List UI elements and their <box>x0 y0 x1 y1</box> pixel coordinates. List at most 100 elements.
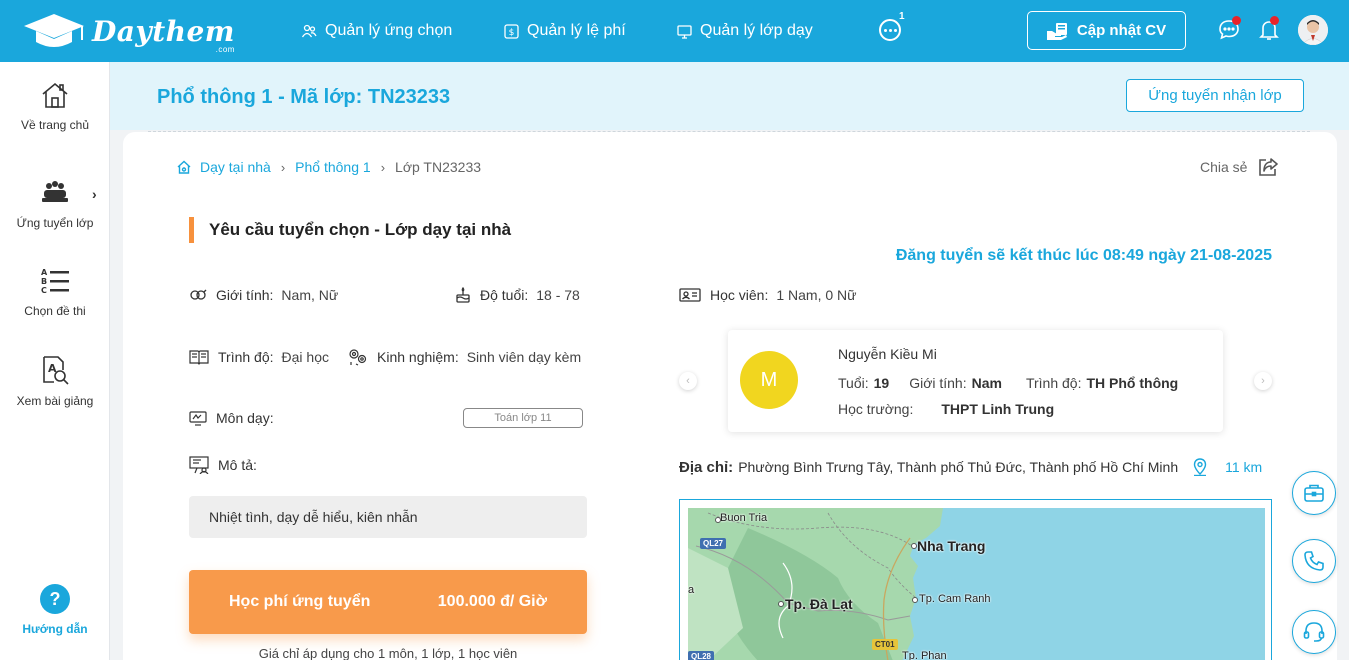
level-value: Đại học <box>281 349 329 365</box>
students-label: Học viên: <box>710 287 769 303</box>
svg-text:A: A <box>41 268 48 277</box>
breadcrumb-item-home[interactable]: Dạy tại nhà <box>200 159 271 175</box>
nav-quan-ly-lop-day[interactable]: Quản lý lớp dạy <box>677 20 813 42</box>
graduation-cap-icon <box>24 14 84 47</box>
student-level: TH Phổ thông <box>1086 375 1179 391</box>
apply-fee-button[interactable]: Học phí ứng tuyển 100.000 đ/ Giờ <box>189 570 587 634</box>
logo[interactable]: Daythem .com <box>22 10 235 54</box>
breadcrumb-item-category[interactable]: Phổ thông 1 <box>295 159 371 175</box>
student-school-row: Học trường: THPT Linh Trung <box>838 401 1054 417</box>
avatar-person-icon <box>1298 15 1328 45</box>
description-box: Nhiệt tình, dạy dễ hiểu, kiên nhẫn <box>189 496 587 538</box>
share-label: Chia sẻ <box>1200 159 1248 175</box>
level-field: Trình độ: Đại học <box>189 347 329 367</box>
student-school-label: Học trường: <box>838 401 914 417</box>
book-icon <box>189 350 209 365</box>
location-map[interactable]: Buon Tria Nha Trang Tp. Đà Lạt Tp. Cam R… <box>688 508 1265 660</box>
breadcrumb: Dạy tại nhà › Phổ thông 1 › Lớp TN23233 <box>176 158 481 176</box>
subject-tag: Toán lớp 11 <box>463 408 583 428</box>
carousel-next-button[interactable]: › <box>1254 372 1272 390</box>
dollar-icon: $ <box>504 23 519 39</box>
address-row: Địa chỉ: Phường Bình Trưng Tây, Thành ph… <box>679 457 1262 477</box>
description-label: Mô tả: <box>218 457 257 473</box>
chevron-right-icon[interactable]: › <box>92 186 97 202</box>
deadline-text: Đăng tuyển sẽ kết thúc lúc 08:49 ngày 21… <box>895 247 1272 264</box>
nav-quan-ly-le-phi[interactable]: $ Quản lý lệ phí <box>504 20 626 42</box>
id-card-icon <box>679 288 701 302</box>
logo-text: Daythem .com <box>92 14 235 54</box>
student-avatar: M <box>740 351 798 409</box>
users-icon <box>301 24 317 38</box>
student-card: M Nguyễn Kiều Mi Tuổi: 19 Giới tính: Nam T… <box>728 330 1223 432</box>
top-navbar: Daythem .com Quản lý ứng chọn $ Quản lý l… <box>0 0 1349 62</box>
help-question-icon: ? <box>40 584 70 614</box>
board-icon <box>189 411 207 426</box>
section-title: Yêu cầu tuyển chọn - Lớp dạy tại nhà <box>189 217 511 243</box>
chevron-right-icon: › <box>380 159 386 175</box>
user-avatar[interactable] <box>1298 15 1328 45</box>
more-menu-icon[interactable] <box>879 19 901 41</box>
teacher-board-icon <box>189 456 209 474</box>
student-age-label: Tuổi: <box>838 375 869 391</box>
age-field: Độ tuổi: 18 - 78 <box>455 285 580 305</box>
chevron-right-icon: › <box>280 159 286 175</box>
svg-text:C: C <box>41 286 47 295</box>
sidebar-item-exam[interactable]: ABC Chọn đề thi <box>0 266 110 318</box>
home-icon <box>177 160 191 174</box>
students-field: Học viên: 1 Nam, 0 Nữ <box>679 285 857 305</box>
home-icon <box>42 82 68 108</box>
description-field: Mô tả: <box>189 455 265 475</box>
svg-text:$: $ <box>509 28 515 38</box>
floating-support-button[interactable] <box>1292 610 1336 654</box>
apply-class-button[interactable]: Ứng tuyển nhận lớp <box>1126 79 1304 112</box>
phone-icon <box>1304 551 1324 571</box>
distance-value: 11 km <box>1225 459 1263 475</box>
page-title-band: Phổ thông 1 - Mã lớp: TN23233 Ứng tuyển … <box>110 62 1349 130</box>
students-value: 1 Nam, 0 Nữ <box>776 287 857 303</box>
experience-field: Kinh nghiệm: Sinh viên dạy kèm <box>348 347 581 367</box>
student-gender-label: Giới tính: <box>909 375 967 391</box>
document-search-icon: A <box>43 356 69 385</box>
carousel-prev-button[interactable]: ‹ <box>679 372 697 390</box>
breadcrumb-item-current: Lớp TN23233 <box>395 159 482 175</box>
gender-icon <box>190 289 207 300</box>
nav-quan-ly-ung-chon[interactable]: Quản lý ứng chọn <box>301 20 452 42</box>
monitor-icon <box>677 24 692 39</box>
sidebar-item-home[interactable]: Về trang chủ <box>0 80 110 132</box>
student-age: 19 <box>873 375 890 391</box>
group-icon <box>42 181 68 202</box>
more-badge: 1 <box>899 11 905 22</box>
age-label: Độ tuổi: <box>480 287 529 303</box>
hand-document-icon <box>1046 22 1067 40</box>
sidebar-item-label: Xem bài giảng <box>16 394 94 408</box>
notification-badge-dot <box>1270 16 1279 25</box>
fee-value: 100.000 đ/ Giờ <box>437 593 547 610</box>
sidebar-item-lectures[interactable]: A Xem bài giảng <box>0 354 110 408</box>
share-button[interactable]: Chia sẻ <box>1200 156 1279 178</box>
experience-label: Kinh nghiệm: <box>377 349 459 365</box>
sidebar-item-label: Về trang chủ <box>20 118 90 132</box>
update-cv-button[interactable]: Cập nhật CV <box>1027 11 1186 50</box>
nav-label: Quản lý lệ phí <box>527 22 626 39</box>
svg-text:B: B <box>41 277 47 286</box>
cake-icon <box>456 287 470 303</box>
headset-icon <box>1303 622 1325 642</box>
map-dots <box>715 517 918 607</box>
help-guide[interactable]: ? Hướng dẫn <box>0 584 110 636</box>
age-value: 18 - 78 <box>536 287 580 303</box>
fee-label: Học phí ứng tuyển <box>229 593 371 610</box>
student-gender: Nam <box>971 375 1002 391</box>
divider <box>148 131 1310 132</box>
subject-field: Môn dạy: <box>189 408 282 428</box>
nav-label: Quản lý lớp dạy <box>700 22 813 39</box>
student-school: THPT Linh Trung <box>941 401 1055 417</box>
floating-jobs-button[interactable] <box>1292 471 1336 515</box>
sidebar-item-label: Chọn đề thi <box>24 304 86 318</box>
address-value: Phường Bình Trưng Tây, Thành phố Thủ Đức… <box>738 459 1179 475</box>
map-frame: Buon Tria Nha Trang Tp. Đà Lạt Tp. Cam R… <box>679 499 1272 660</box>
gender-label: Giới tính: <box>216 287 274 303</box>
floating-call-button[interactable] <box>1292 539 1336 583</box>
chat-badge-dot <box>1232 16 1241 25</box>
location-pin-icon[interactable] <box>1193 458 1207 476</box>
gender-field: Giới tính: Nam, Nữ <box>189 285 338 305</box>
